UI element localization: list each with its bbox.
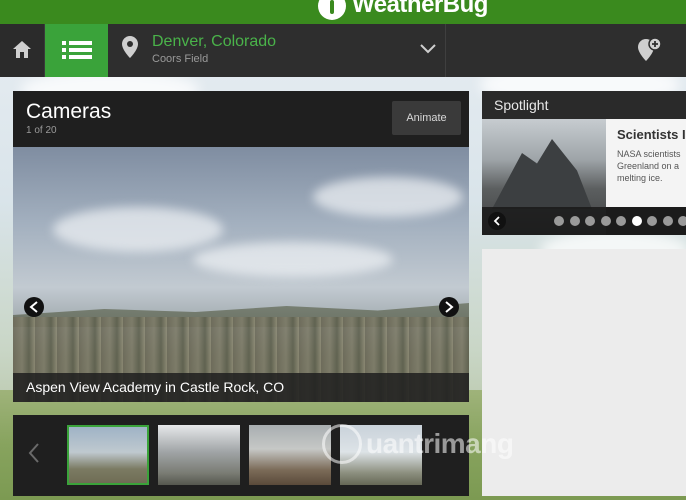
camera-thumbnail[interactable] <box>249 425 331 485</box>
spotlight-story[interactable]: Scientists I NASA scientists Greenland o… <box>606 119 686 207</box>
camera-count: 1 of 20 <box>26 125 57 136</box>
spotlight-headline[interactable]: Scientists I <box>617 127 686 142</box>
spotlight-page-dot[interactable] <box>647 216 657 226</box>
add-location-icon <box>638 37 662 61</box>
camera-caption: Aspen View Academy in Castle Rock, CO <box>26 379 285 395</box>
spotlight-page-dot[interactable] <box>569 216 580 226</box>
camera-caption-bar: Aspen View Academy in Castle Rock, CO <box>13 373 469 402</box>
spotlight-page-dot[interactable] <box>585 216 595 226</box>
spotlight-page-dot[interactable] <box>554 216 564 226</box>
location-selector[interactable]: Denver, Colorado Coors Field <box>108 24 446 77</box>
camera-thumbnail[interactable] <box>67 425 149 485</box>
list-icon <box>62 41 92 59</box>
brand-bar: WeatherBug <box>0 0 686 24</box>
spotlight-prev-button[interactable] <box>488 212 506 230</box>
location-city: Denver, <box>152 33 208 50</box>
location-name: Denver, Colorado <box>152 33 276 51</box>
cameras-title: Cameras <box>26 100 112 123</box>
add-location-button[interactable] <box>636 36 676 66</box>
home-icon <box>13 41 31 58</box>
location-pin-icon <box>122 36 138 58</box>
animate-button[interactable]: Animate <box>392 101 461 135</box>
spotlight-nav <box>482 207 686 235</box>
next-camera-button[interactable] <box>439 297 459 317</box>
spotlight-page-dot[interactable] <box>678 216 686 226</box>
camera-image[interactable] <box>13 147 469 402</box>
spotlight-body: NASA scientists Greenland on a melting i… <box>617 148 686 184</box>
spotlight-title: Spotlight <box>494 97 549 113</box>
previous-camera-button[interactable] <box>24 297 44 317</box>
watermark: uantrimang <box>322 424 542 466</box>
nav-bar: Denver, Colorado Coors Field <box>0 24 686 77</box>
spotlight-page-dot[interactable] <box>662 216 673 226</box>
location-station: Coors Field <box>152 53 209 65</box>
spotlight-page-dot[interactable] <box>631 216 642 226</box>
camera-thumbnail[interactable] <box>158 425 240 485</box>
cameras-header: Cameras 1 of 20 Animate <box>13 91 469 147</box>
spotlight-page-dot[interactable] <box>616 216 626 226</box>
watermark-logo <box>322 424 362 464</box>
weatherbug-logo[interactable] <box>318 0 346 20</box>
arrow-right-icon <box>445 301 454 313</box>
spotlight-body-line: melting ice. <box>617 173 663 183</box>
home-button[interactable] <box>0 24 45 77</box>
thumbnail-prev-icon[interactable] <box>28 443 40 463</box>
location-region: Colorado <box>211 33 277 50</box>
spotlight-page-dot[interactable] <box>600 216 611 226</box>
brand-name[interactable]: WeatherBug <box>352 0 488 19</box>
list-view-button[interactable] <box>45 24 108 77</box>
spotlight-body-line: Greenland on a <box>617 161 680 171</box>
spotlight-body-line: NASA scientists <box>617 149 681 159</box>
spotlight-panel: Spotlight Scientists I NASA scientists G… <box>482 91 686 235</box>
arrow-left-icon <box>29 301 38 313</box>
arrow-left-icon <box>493 216 500 226</box>
chevron-down-icon[interactable] <box>420 44 436 54</box>
watermark-text: uantrimang <box>366 428 514 459</box>
